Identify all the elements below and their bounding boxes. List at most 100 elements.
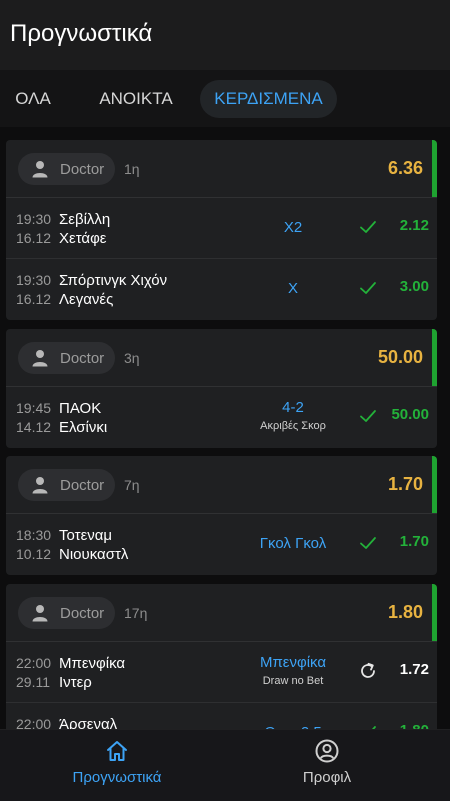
tab-open[interactable]: ΑΝΟΙΚΤΑ — [86, 80, 186, 118]
market-label: Ακριβές Σκορ — [260, 420, 326, 432]
home-team: Σπόρτινγκ Χιχόν — [59, 272, 168, 289]
match-datetime: 19:30 16.12 — [16, 271, 51, 309]
card-header: Doctor 1η 6.36 — [6, 140, 437, 198]
match-teams: Άρσεναλ — [59, 715, 117, 729]
total-odds: 50.00 — [377, 347, 423, 367]
away-team: Λεγανές — [59, 291, 114, 308]
match-row[interactable]: 22:00 29.11 Μπενφίκα Ιντερ Μπενφίκα Draw no B… — [6, 642, 437, 703]
total-odds: 1.70 — [387, 474, 423, 494]
home-team: Σεβίλλη — [59, 211, 111, 228]
match-teams: Σπόρτινγκ Χιχόν Λεγανές — [59, 271, 167, 309]
check-icon — [360, 221, 376, 233]
match-date: 14.12 — [16, 419, 52, 435]
pick-label: X2 — [283, 219, 303, 236]
user-name: Doctor — [60, 350, 105, 367]
pick-label: Μπενφίκα — [259, 654, 327, 671]
match-datetime: 19:30 16.12 — [16, 210, 51, 248]
refund-status — [358, 661, 378, 681]
rank-label: 17η — [124, 605, 148, 621]
match-row[interactable]: 22:00ΆρσεναλOver 2.51.80 — [6, 703, 437, 729]
user-icon — [32, 605, 48, 622]
match-row[interactable]: 19:45 14.12 ΠΑΟΚ Ελσίνκι 4-2 Ακριβές Σκορ 50.0… — [6, 387, 437, 448]
won-status — [358, 278, 378, 298]
page-title: Προγνωστικά — [10, 20, 153, 47]
tab-all[interactable]: ΟΛΑ — [2, 80, 64, 118]
home-team: Μπενφίκα — [59, 655, 126, 672]
away-team: Χετάφε — [59, 230, 107, 247]
match-time: 22:00 — [16, 716, 52, 729]
match-datetime: 22:00 — [16, 715, 51, 729]
odd-value: 2.12 — [399, 217, 429, 234]
won-status — [358, 406, 378, 426]
won-status — [358, 722, 378, 729]
match-date: 29.11 — [16, 674, 50, 690]
predictions-list[interactable]: Doctor 1η 6.36 19:30 16.12 Σεβίλλη Χετάφε X2 2.1… — [0, 127, 450, 729]
match-row[interactable]: 19:30 16.12 Σπόρτινγκ Χιχόν Λεγανές X 3.00 — [6, 259, 437, 320]
market-label: Draw no Bet — [262, 675, 324, 687]
match-datetime: 22:00 29.11 — [16, 654, 51, 692]
match-date: 16.12 — [16, 230, 52, 246]
pick-label: Γκολ Γκολ — [259, 535, 327, 552]
won-status — [358, 217, 378, 237]
nav-profile-label: Προφιλ — [302, 769, 352, 786]
match-datetime: 19:45 14.12 — [16, 399, 51, 437]
total-odds: 1.80 — [387, 602, 423, 622]
pick-label: X — [287, 280, 298, 297]
total-odds: 6.36 — [387, 158, 423, 178]
check-icon — [360, 537, 376, 549]
match-datetime: 18:30 10.12 — [16, 526, 51, 564]
user-icon — [32, 161, 48, 178]
match-date: 16.12 — [16, 291, 52, 307]
nav-predictions-label: Προγνωστικά — [72, 769, 162, 786]
user-chip[interactable]: Doctor — [18, 597, 115, 629]
refresh-icon — [361, 662, 375, 678]
tab-won[interactable]: ΚΕΡΔΙΣΜΕΝΑ — [200, 80, 337, 118]
away-team: Νιουκαστλ — [59, 546, 129, 563]
odd-value: 1.80 — [400, 722, 429, 729]
away-team: Ιντερ — [59, 674, 92, 691]
match-time: 22:00 — [16, 655, 52, 671]
user-name: Doctor — [60, 605, 105, 622]
home-team: ΠΑΟΚ — [59, 400, 102, 417]
card-header: Doctor 17η 1.80 — [6, 584, 437, 642]
away-team: Ελσίνκι — [59, 419, 108, 436]
user-icon — [32, 350, 48, 367]
user-chip[interactable]: Doctor — [18, 153, 115, 185]
odd-value: 1.70 — [399, 533, 429, 550]
match-date: 10.12 — [16, 546, 52, 562]
nav-predictions[interactable]: Προγνωστικά — [42, 738, 192, 786]
prediction-card[interactable]: Doctor 1η 6.36 19:30 16.12 Σεβίλλη Χετάφε X2 2.1… — [6, 140, 437, 320]
match-row[interactable]: 19:30 16.12 Σεβίλλη Χετάφε X2 2.12 — [6, 198, 437, 259]
prediction-card[interactable]: Doctor 3η 50.00 19:45 14.12 ΠΑΟΚ Ελσίνκι 4-2 Ακρ… — [6, 329, 437, 448]
check-icon — [360, 410, 376, 422]
card-header: Doctor 3η 50.00 — [6, 329, 437, 387]
user-chip[interactable]: Doctor — [18, 342, 115, 374]
match-time: 19:30 — [16, 211, 52, 227]
user-name: Doctor — [60, 161, 105, 178]
user-name: Doctor — [60, 477, 105, 494]
prediction-card[interactable]: Doctor 7η 1.70 18:30 10.12 Τοτεναμ Νιουκαστλ Γκ… — [6, 456, 437, 575]
check-icon — [371, 726, 376, 729]
app-header: Προγνωστικά — [0, 0, 450, 70]
home-team: Τοτεναμ — [59, 527, 113, 544]
home-team: Άρσεναλ — [59, 716, 118, 729]
pick-label: 4-2 — [282, 399, 304, 416]
nav-profile[interactable]: Προφιλ — [252, 738, 402, 786]
check-icon — [360, 282, 376, 294]
match-teams: Τοτεναμ Νιουκαστλ — [59, 526, 128, 564]
rank-label: 1η — [124, 161, 140, 177]
odd-value: 1.72 — [399, 661, 429, 678]
rank-label: 7η — [124, 477, 140, 493]
match-teams: Σεβίλλη Χετάφε — [59, 210, 110, 248]
filter-tabs: ΟΛΑ ΑΝΟΙΚΤΑ ΚΕΡΔΙΣΜΕΝΑ — [0, 70, 450, 127]
match-teams: Μπενφίκα Ιντερ — [59, 654, 125, 692]
home-icon — [107, 741, 127, 761]
odd-value: 3.00 — [399, 278, 429, 295]
rank-label: 3η — [124, 350, 140, 366]
prediction-card[interactable]: Doctor 17η 1.80 22:00 29.11 Μπενφίκα Ιντερ Μπεν… — [6, 584, 437, 729]
match-time: 18:30 — [16, 527, 52, 543]
won-status — [358, 533, 378, 553]
card-header: Doctor 7η 1.70 — [6, 456, 437, 514]
user-chip[interactable]: Doctor — [18, 469, 115, 501]
match-row[interactable]: 18:30 10.12 Τοτεναμ Νιουκαστλ Γκολ Γκολ 1.70 — [6, 514, 437, 575]
